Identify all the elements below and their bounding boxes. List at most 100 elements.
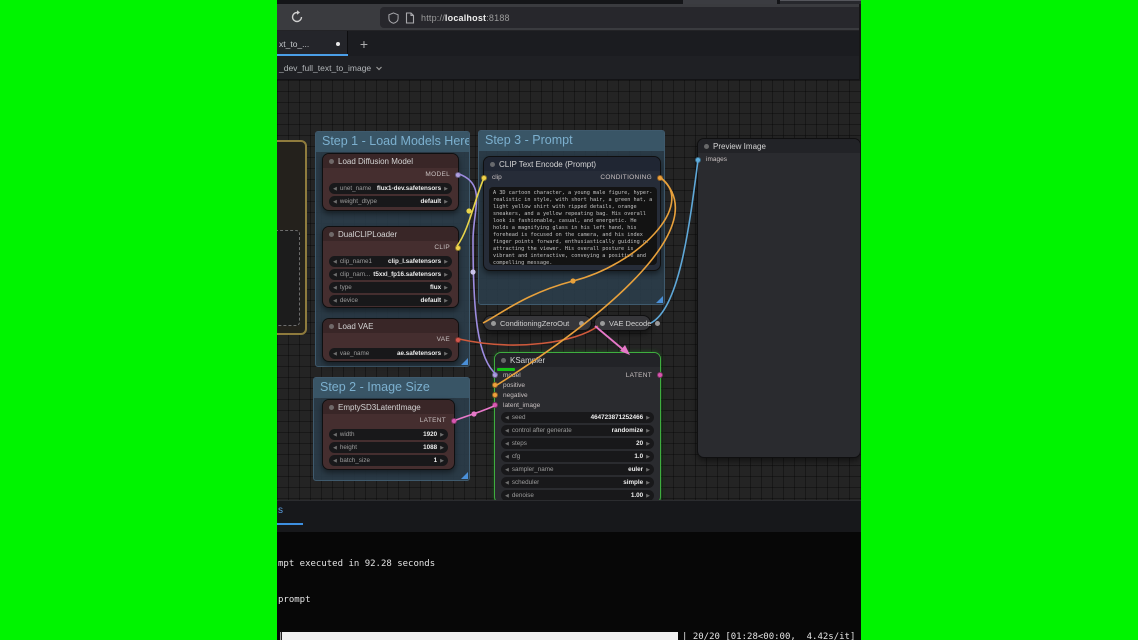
- node-conditioning-zero-out[interactable]: ConditioningZeroOut: [483, 315, 592, 331]
- increment-arrow-icon[interactable]: ▶: [440, 445, 444, 451]
- widget-batch-size[interactable]: ◀batch_size1▶: [329, 455, 448, 466]
- group-resize-handle[interactable]: [461, 472, 468, 479]
- increment-arrow-icon[interactable]: ▶: [646, 480, 650, 486]
- collapse-dot-icon[interactable]: [704, 144, 709, 149]
- page-icon[interactable]: [405, 12, 415, 24]
- increment-arrow-icon[interactable]: ▶: [444, 272, 448, 278]
- widget-scheduler[interactable]: ◀schedulersimple▶: [501, 477, 654, 488]
- group-title[interactable]: Step 3 - Prompt: [479, 131, 664, 151]
- decrement-arrow-icon[interactable]: ◀: [505, 428, 509, 434]
- decrement-arrow-icon[interactable]: ◀: [505, 480, 509, 486]
- collapse-dot-icon[interactable]: [329, 159, 334, 164]
- node-ksampler[interactable]: KSampler modelLATENT positive negative l…: [494, 352, 661, 500]
- url-text[interactable]: http://localhost:8188: [421, 13, 510, 23]
- increment-arrow-icon[interactable]: ▶: [444, 351, 448, 357]
- decrement-arrow-icon[interactable]: ◀: [333, 186, 337, 192]
- increment-arrow-icon[interactable]: ▶: [646, 454, 650, 460]
- collapse-dot-icon[interactable]: [490, 162, 495, 167]
- note-node[interactable]: [277, 140, 307, 335]
- node-vae-decode[interactable]: VAE Decode: [594, 315, 651, 331]
- refresh-icon[interactable]: [289, 9, 305, 25]
- node-clip-text-encode[interactable]: CLIP Text Encode (Prompt) clip CONDITION…: [483, 156, 661, 271]
- slot-dot[interactable]: [492, 402, 498, 408]
- node-title-bar[interactable]: Preview Image: [698, 139, 860, 153]
- increment-arrow-icon[interactable]: ▶: [646, 428, 650, 434]
- slot-dot[interactable]: [657, 372, 663, 378]
- collapse-dot-icon[interactable]: [329, 324, 334, 329]
- slot-dot[interactable]: [657, 175, 663, 181]
- decrement-arrow-icon[interactable]: ◀: [505, 454, 509, 460]
- input-slot-dot[interactable]: [491, 321, 496, 326]
- node-title-bar[interactable]: KSampler: [495, 353, 660, 367]
- widget-cfg[interactable]: ◀cfg1.0▶: [501, 451, 654, 462]
- decrement-arrow-icon[interactable]: ◀: [333, 259, 337, 265]
- decrement-arrow-icon[interactable]: ◀: [333, 432, 337, 438]
- group-resize-handle[interactable]: [461, 358, 468, 365]
- node-empty-sd3-latent-image[interactable]: EmptySD3LatentImage LATENT ◀width1920▶ ◀…: [322, 399, 455, 470]
- group-title[interactable]: Step 2 - Image Size: [314, 378, 469, 398]
- increment-arrow-icon[interactable]: ▶: [440, 458, 444, 464]
- widget-clip-name2[interactable]: ◀clip_nam...t5xxl_fp16.safetensors▶: [329, 269, 452, 280]
- collapse-dot-icon[interactable]: [329, 405, 334, 410]
- increment-arrow-icon[interactable]: ▶: [444, 199, 448, 205]
- decrement-arrow-icon[interactable]: ◀: [505, 441, 509, 447]
- shield-icon[interactable]: [388, 12, 399, 24]
- decrement-arrow-icon[interactable]: ◀: [333, 458, 337, 464]
- node-title-bar[interactable]: CLIP Text Encode (Prompt): [484, 157, 660, 171]
- widget-steps[interactable]: ◀steps20▶: [501, 438, 654, 449]
- increment-arrow-icon[interactable]: ▶: [646, 467, 650, 473]
- slot-dot[interactable]: [455, 172, 461, 178]
- widget-width[interactable]: ◀width1920▶: [329, 429, 448, 440]
- slot-dot[interactable]: [492, 382, 498, 388]
- new-workflow-button[interactable]: +: [353, 31, 375, 56]
- increment-arrow-icon[interactable]: ▶: [646, 493, 650, 499]
- node-title-bar[interactable]: Load Diffusion Model: [323, 154, 458, 168]
- widget-sampler-name[interactable]: ◀sampler_nameeuler▶: [501, 464, 654, 475]
- output-slot-dot[interactable]: [655, 321, 660, 326]
- node-title-bar[interactable]: DualCLIPLoader: [323, 227, 458, 241]
- increment-arrow-icon[interactable]: ▶: [440, 432, 444, 438]
- widget-seed[interactable]: ◀seed464723871252466▶: [501, 412, 654, 423]
- slot-dot[interactable]: [492, 372, 498, 378]
- increment-arrow-icon[interactable]: ▶: [646, 415, 650, 421]
- widget-height[interactable]: ◀height1088▶: [329, 442, 448, 453]
- slot-dot[interactable]: [695, 157, 701, 163]
- node-load-diffusion-model[interactable]: Load Diffusion Model MODEL ◀unet_nameflu…: [322, 153, 459, 211]
- decrement-arrow-icon[interactable]: ◀: [333, 445, 337, 451]
- node-preview-image[interactable]: Preview Image images: [697, 138, 861, 458]
- widget-type[interactable]: ◀typeflux▶: [329, 282, 452, 293]
- slot-dot[interactable]: [455, 245, 461, 251]
- decrement-arrow-icon[interactable]: ◀: [505, 415, 509, 421]
- slot-dot[interactable]: [455, 337, 461, 343]
- prompt-textarea[interactable]: A 3D cartoon character, a young male fig…: [489, 187, 657, 265]
- widget-device[interactable]: ◀devicedefault▶: [329, 295, 452, 306]
- increment-arrow-icon[interactable]: ▶: [646, 441, 650, 447]
- node-dual-clip-loader[interactable]: DualCLIPLoader CLIP ◀clip_name1clip_l.sa…: [322, 226, 459, 308]
- widget-denoise[interactable]: ◀denoise1.00▶: [501, 490, 654, 500]
- node-load-vae[interactable]: Load VAE VAE ◀vae_nameae.safetensors▶: [322, 318, 459, 362]
- group-resize-handle[interactable]: [656, 296, 663, 303]
- slot-dot[interactable]: [481, 175, 487, 181]
- workflow-tab[interactable]: xt_to_...: [277, 31, 348, 56]
- workflow-name-menu[interactable]: _dev_full_text_to_image: [279, 63, 371, 73]
- increment-arrow-icon[interactable]: ▶: [444, 259, 448, 265]
- url-bar[interactable]: http://localhost:8188: [380, 7, 859, 28]
- decrement-arrow-icon[interactable]: ◀: [333, 298, 337, 304]
- widget-weight-dtype[interactable]: ◀weight_dtypedefault▶: [329, 196, 452, 207]
- collapse-dot-icon[interactable]: [329, 232, 334, 237]
- slot-dot[interactable]: [451, 418, 457, 424]
- decrement-arrow-icon[interactable]: ◀: [333, 199, 337, 205]
- increment-arrow-icon[interactable]: ▶: [444, 298, 448, 304]
- input-slot-dot[interactable]: [600, 321, 605, 326]
- collapse-dot-icon[interactable]: [501, 358, 506, 363]
- graph-canvas[interactable]: Step 1 - Load Models Here Step 2 - Image…: [277, 80, 861, 500]
- increment-arrow-icon[interactable]: ▶: [444, 186, 448, 192]
- widget-unet-name[interactable]: ◀unet_nameflux1-dev.safetensors▶: [329, 183, 452, 194]
- output-slot-dot[interactable]: [579, 321, 584, 326]
- terminal-log[interactable]: mpt executed in 92.28 seconds prompt || …: [277, 532, 861, 640]
- widget-control-after-generate[interactable]: ◀control after generaterandomize▶: [501, 425, 654, 436]
- decrement-arrow-icon[interactable]: ◀: [505, 467, 509, 473]
- slot-dot[interactable]: [492, 392, 498, 398]
- increment-arrow-icon[interactable]: ▶: [444, 285, 448, 291]
- node-title-bar[interactable]: EmptySD3LatentImage: [323, 400, 454, 414]
